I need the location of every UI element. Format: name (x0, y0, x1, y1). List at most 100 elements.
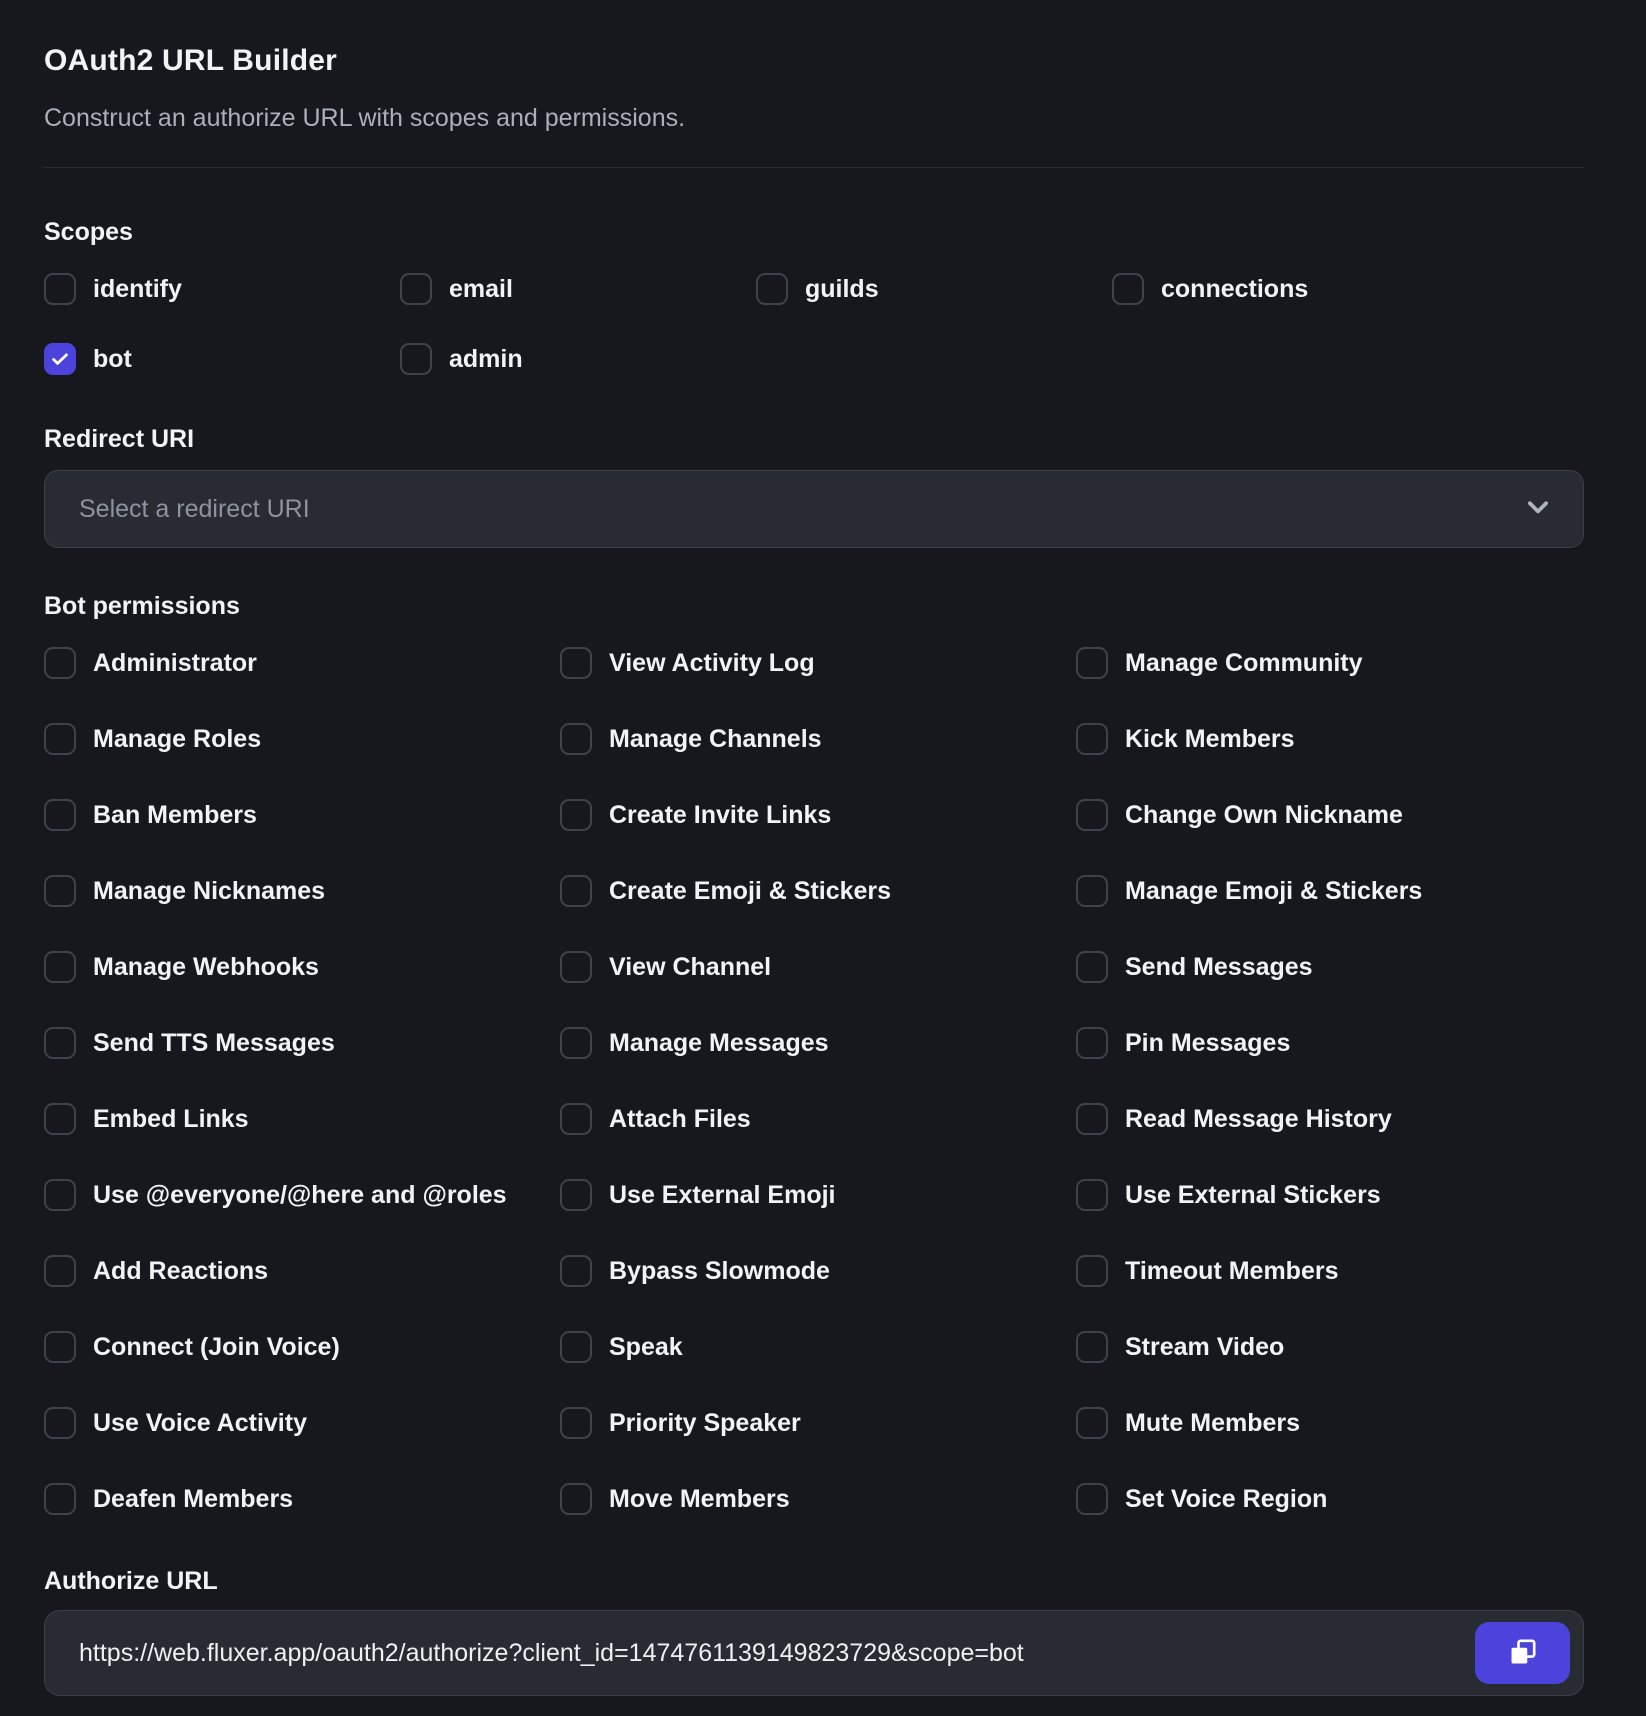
scope-checkbox-connections[interactable] (1112, 273, 1144, 305)
permission-checkbox-change-own-nickname[interactable] (1076, 799, 1108, 831)
permission-checkbox-send-messages[interactable] (1076, 951, 1108, 983)
permission-item-administrator[interactable]: Administrator (44, 647, 552, 679)
permission-item-priority-speaker[interactable]: Priority Speaker (560, 1407, 1068, 1439)
scope-item-bot[interactable]: bot (44, 343, 400, 375)
permission-checkbox-manage-nicknames[interactable] (44, 875, 76, 907)
permission-label-deafen-members: Deafen Members (93, 1485, 293, 1514)
permission-checkbox-administrator[interactable] (44, 647, 76, 679)
permission-checkbox-manage-emoji-stickers[interactable] (1076, 875, 1108, 907)
permission-label-ban-members: Ban Members (93, 801, 257, 830)
permission-label-bypass-slowmode: Bypass Slowmode (609, 1257, 830, 1286)
permission-item-ban-members[interactable]: Ban Members (44, 799, 552, 831)
scope-checkbox-bot[interactable] (44, 343, 76, 375)
permission-label-send-messages: Send Messages (1125, 953, 1313, 982)
permission-checkbox-add-reactions[interactable] (44, 1255, 76, 1287)
permission-checkbox-view-activity-log[interactable] (560, 647, 592, 679)
permission-item-manage-community[interactable]: Manage Community (1076, 647, 1584, 679)
permission-label-manage-roles: Manage Roles (93, 725, 261, 754)
permission-item-use-everyone-here-and-roles[interactable]: Use @everyone/@here and @roles (44, 1179, 552, 1211)
permission-checkbox-connect-join-voice[interactable] (44, 1331, 76, 1363)
permission-checkbox-move-members[interactable] (560, 1483, 592, 1515)
permission-item-add-reactions[interactable]: Add Reactions (44, 1255, 552, 1287)
permission-checkbox-use-voice-activity[interactable] (44, 1407, 76, 1439)
permission-item-manage-roles[interactable]: Manage Roles (44, 723, 552, 755)
permission-checkbox-speak[interactable] (560, 1331, 592, 1363)
scope-item-email[interactable]: email (400, 273, 756, 305)
scope-item-connections[interactable]: connections (1112, 273, 1584, 305)
permission-checkbox-manage-channels[interactable] (560, 723, 592, 755)
permissions-column: View Activity Log Manage Channels Create… (560, 647, 1068, 1515)
permission-checkbox-view-channel[interactable] (560, 951, 592, 983)
permission-checkbox-use-external-stickers[interactable] (1076, 1179, 1108, 1211)
scope-item-admin[interactable]: admin (400, 343, 756, 375)
permission-item-use-voice-activity[interactable]: Use Voice Activity (44, 1407, 552, 1439)
permission-item-use-external-stickers[interactable]: Use External Stickers (1076, 1179, 1584, 1211)
redirect-uri-select[interactable]: Select a redirect URI (44, 470, 1584, 548)
permission-checkbox-kick-members[interactable] (1076, 723, 1108, 755)
permission-item-bypass-slowmode[interactable]: Bypass Slowmode (560, 1255, 1068, 1287)
permission-checkbox-manage-messages[interactable] (560, 1027, 592, 1059)
permission-item-manage-channels[interactable]: Manage Channels (560, 723, 1068, 755)
permission-checkbox-bypass-slowmode[interactable] (560, 1255, 592, 1287)
permission-checkbox-pin-messages[interactable] (1076, 1027, 1108, 1059)
permission-label-speak: Speak (609, 1333, 683, 1362)
scopes-heading: Scopes (44, 218, 1584, 247)
scope-checkbox-email[interactable] (400, 273, 432, 305)
permission-item-deafen-members[interactable]: Deafen Members (44, 1483, 552, 1515)
permission-item-kick-members[interactable]: Kick Members (1076, 723, 1584, 755)
copy-url-button[interactable] (1475, 1622, 1570, 1684)
permission-item-manage-emoji-stickers[interactable]: Manage Emoji & Stickers (1076, 875, 1584, 907)
permission-item-pin-messages[interactable]: Pin Messages (1076, 1027, 1584, 1059)
permission-item-connect-join-voice[interactable]: Connect (Join Voice) (44, 1331, 552, 1363)
permission-checkbox-set-voice-region[interactable] (1076, 1483, 1108, 1515)
permission-checkbox-manage-roles[interactable] (44, 723, 76, 755)
permission-item-embed-links[interactable]: Embed Links (44, 1103, 552, 1135)
scope-checkbox-guilds[interactable] (756, 273, 788, 305)
permission-checkbox-manage-webhooks[interactable] (44, 951, 76, 983)
permission-item-send-messages[interactable]: Send Messages (1076, 951, 1584, 983)
permission-item-speak[interactable]: Speak (560, 1331, 1068, 1363)
permission-item-mute-members[interactable]: Mute Members (1076, 1407, 1584, 1439)
permission-checkbox-use-everyone-here-and-roles[interactable] (44, 1179, 76, 1211)
scope-item-identify[interactable]: identify (44, 273, 400, 305)
permission-checkbox-timeout-members[interactable] (1076, 1255, 1108, 1287)
permission-checkbox-deafen-members[interactable] (44, 1483, 76, 1515)
permission-item-use-external-emoji[interactable]: Use External Emoji (560, 1179, 1068, 1211)
permission-item-create-invite-links[interactable]: Create Invite Links (560, 799, 1068, 831)
permission-checkbox-ban-members[interactable] (44, 799, 76, 831)
permission-checkbox-manage-community[interactable] (1076, 647, 1108, 679)
authorize-url-value: https://web.fluxer.app/oauth2/authorize?… (79, 1639, 1024, 1668)
permission-checkbox-embed-links[interactable] (44, 1103, 76, 1135)
permission-item-view-activity-log[interactable]: View Activity Log (560, 647, 1068, 679)
permission-item-send-tts-messages[interactable]: Send TTS Messages (44, 1027, 552, 1059)
permission-item-stream-video[interactable]: Stream Video (1076, 1331, 1584, 1363)
permission-item-move-members[interactable]: Move Members (560, 1483, 1068, 1515)
permission-checkbox-send-tts-messages[interactable] (44, 1027, 76, 1059)
permission-item-attach-files[interactable]: Attach Files (560, 1103, 1068, 1135)
scope-checkbox-identify[interactable] (44, 273, 76, 305)
scope-item-guilds[interactable]: guilds (756, 273, 1112, 305)
permission-item-timeout-members[interactable]: Timeout Members (1076, 1255, 1584, 1287)
scope-checkbox-admin[interactable] (400, 343, 432, 375)
permission-label-set-voice-region: Set Voice Region (1125, 1485, 1327, 1514)
permission-checkbox-stream-video[interactable] (1076, 1331, 1108, 1363)
permission-checkbox-mute-members[interactable] (1076, 1407, 1108, 1439)
permission-item-manage-nicknames[interactable]: Manage Nicknames (44, 875, 552, 907)
permission-label-manage-webhooks: Manage Webhooks (93, 953, 319, 982)
permission-checkbox-create-invite-links[interactable] (560, 799, 592, 831)
permission-item-change-own-nickname[interactable]: Change Own Nickname (1076, 799, 1584, 831)
permission-checkbox-attach-files[interactable] (560, 1103, 592, 1135)
permission-item-view-channel[interactable]: View Channel (560, 951, 1068, 983)
permission-checkbox-priority-speaker[interactable] (560, 1407, 592, 1439)
permission-label-use-voice-activity: Use Voice Activity (93, 1409, 307, 1438)
permission-item-manage-messages[interactable]: Manage Messages (560, 1027, 1068, 1059)
permission-item-read-message-history[interactable]: Read Message History (1076, 1103, 1584, 1135)
permission-checkbox-use-external-emoji[interactable] (560, 1179, 592, 1211)
permission-item-create-emoji-stickers[interactable]: Create Emoji & Stickers (560, 875, 1068, 907)
permissions-column: Administrator Manage Roles Ban Members M… (44, 647, 552, 1515)
permission-item-manage-webhooks[interactable]: Manage Webhooks (44, 951, 552, 983)
authorize-url-bar: https://web.fluxer.app/oauth2/authorize?… (44, 1610, 1584, 1696)
permission-checkbox-read-message-history[interactable] (1076, 1103, 1108, 1135)
permission-item-set-voice-region[interactable]: Set Voice Region (1076, 1483, 1584, 1515)
permission-checkbox-create-emoji-stickers[interactable] (560, 875, 592, 907)
